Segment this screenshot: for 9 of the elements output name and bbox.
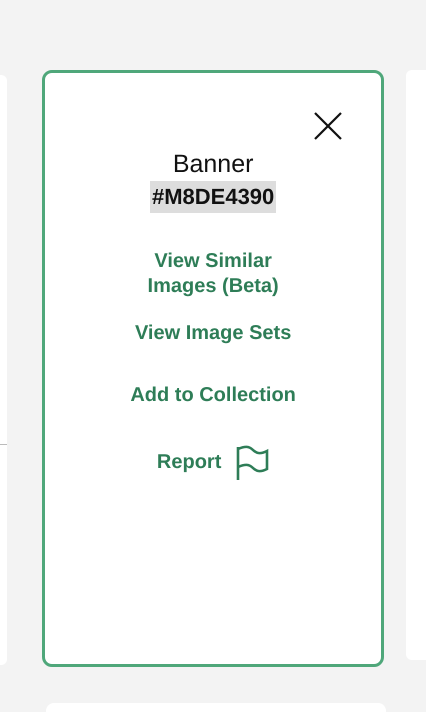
image-code: #M8DE4390	[150, 181, 276, 213]
close-button[interactable]	[313, 111, 344, 141]
close-icon	[313, 111, 344, 141]
action-link[interactable]: View Similar Images (Beta)	[118, 248, 308, 299]
report-link[interactable]: Report	[156, 444, 270, 481]
action-link[interactable]: View Image Sets	[134, 320, 292, 346]
action-link[interactable]: Add to Collection	[130, 382, 296, 408]
flag-icon	[235, 444, 270, 481]
panel-title: Banner	[172, 149, 254, 179]
